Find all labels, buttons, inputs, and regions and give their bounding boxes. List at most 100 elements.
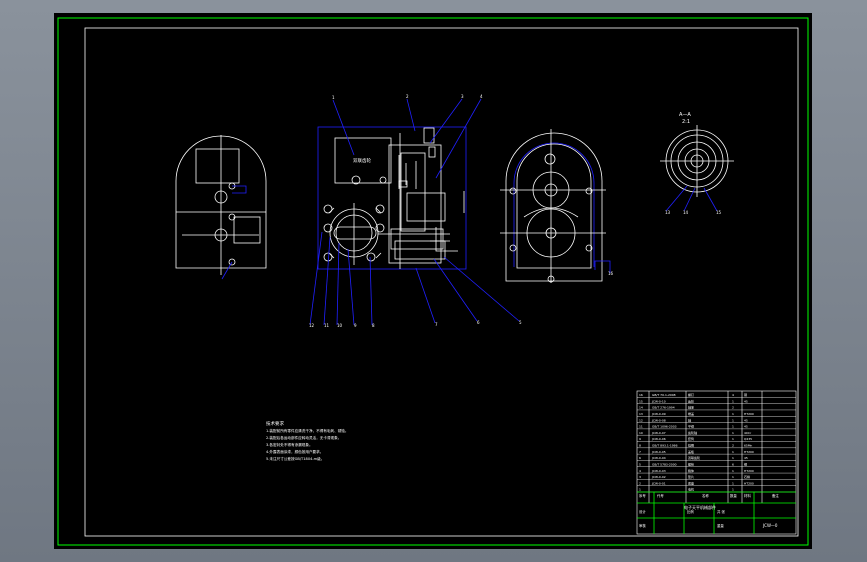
bom-cell: 11 <box>639 425 643 429</box>
bom-cell: 钢 <box>744 461 747 466</box>
bom-cell: JCW-0-08 <box>651 418 666 422</box>
bom-cell: 13 <box>639 412 643 416</box>
callout-number: 15 <box>716 210 722 215</box>
bom-cell: 1 <box>732 456 734 460</box>
bom-cell: 箱体 <box>688 468 694 473</box>
sheet-label: 共 张 <box>717 509 725 514</box>
bom-cell: 1 <box>732 437 734 441</box>
name-header: 名称 <box>702 493 709 498</box>
note-line: 5.未注尺寸公差按GB/T1804-m级。 <box>266 456 324 461</box>
note-line: 技术要求 <box>266 420 284 427</box>
bom-cell: JCW-0-05 <box>651 450 666 454</box>
callout-number: 1 <box>332 95 335 100</box>
bom-cell: 14 <box>639 406 643 410</box>
bom-cell: 5 <box>639 462 641 466</box>
bom-cell: 9 <box>639 437 641 441</box>
bom-cell: 齿轮 <box>688 398 694 403</box>
bom-cell: 2 <box>732 444 734 448</box>
design-label: 设计 <box>639 509 646 514</box>
bom-cell: 4 <box>639 469 641 473</box>
note-line: 4.外露表面涂漆，颜色按用户要求。 <box>266 449 323 454</box>
bom-cell: JCW-0-03 <box>651 469 666 473</box>
drawing-sheet[interactable]: A—A 2:1 双联齿轮 电子天平机械部件 JCW—0 序号 代号 名称 数量 … <box>54 13 812 549</box>
bom-cell: 45 <box>744 456 748 460</box>
bom-cell: GB/T 1096-2003 <box>652 425 677 429</box>
bom-cell: 40Cr <box>744 431 752 435</box>
detail-a-a <box>660 125 734 197</box>
bom-cell: 1 <box>732 425 734 429</box>
outer-border <box>57 17 809 546</box>
bom-cell: GB/T 70.1-2008 <box>652 393 676 397</box>
callout-number: 9 <box>354 323 357 328</box>
component-label: 双联齿轮 <box>353 157 371 164</box>
bom-cell: 平键 <box>688 424 694 429</box>
bom-cell: 6 <box>732 462 734 466</box>
callout-number: 14 <box>683 210 689 215</box>
bom-cell: 45 <box>744 399 748 403</box>
callout-number: 11 <box>324 323 330 328</box>
material-header: 材料 <box>744 493 751 498</box>
bom-cell: 1 <box>732 469 734 473</box>
callout-number: 6 <box>477 320 480 325</box>
side-view <box>175 135 267 275</box>
front-section-leaders <box>309 98 520 326</box>
bom-cell: 16 <box>639 393 643 397</box>
cad-viewport[interactable]: A—A 2:1 双联齿轮 电子天平机械部件 JCW—0 序号 代号 名称 数量 … <box>0 0 867 562</box>
bom-cell: 2 <box>639 481 641 485</box>
bom-cell: 1 <box>732 450 734 454</box>
callout-number: 10 <box>337 323 343 328</box>
callout-number: 2 <box>406 94 409 99</box>
bom-cell: HT200 <box>744 469 754 473</box>
section-label: A—A <box>679 112 691 118</box>
note-line: 3.各密封处不得有渗漏现象。 <box>266 442 313 447</box>
weight-label: 重量 <box>717 523 724 528</box>
bom-cell: 10 <box>639 431 643 435</box>
code-header: 代号 <box>657 493 664 498</box>
callout-number: 8 <box>372 323 375 328</box>
bom-cell: 45 <box>744 418 748 422</box>
bom-cell: JCW-0-09 <box>651 412 666 416</box>
callout-number: 13 <box>665 210 671 215</box>
bom-cell: 1 <box>732 475 734 479</box>
bom-cell: 1 <box>732 481 734 485</box>
bom-cell: JCW-0-02 <box>651 475 666 479</box>
bom-cell: 4 <box>732 393 734 397</box>
bom-cell: JCW-0-07 <box>651 431 666 435</box>
bom-cell: 盖板 <box>688 449 694 454</box>
bom-cell: 1 <box>732 418 734 422</box>
technical-notes: 技术要求1.装配前所有零件应清洗干净，不得有毛刺、锈蚀。 2.装配后各运动部件应转… <box>266 420 349 461</box>
bom-cell: GB/T 893.1-1986 <box>652 444 678 448</box>
callout-number: 7 <box>435 322 438 327</box>
note-line: 1.装配前所有零件应清洗干净，不得有毛刺、锈蚀。 <box>266 428 349 433</box>
bom-cell: 8 <box>639 444 641 448</box>
qty-header: 数量 <box>730 493 737 498</box>
bom-cell: Q235 <box>744 437 752 441</box>
drawing-canvas: A—A 2:1 双联齿轮 电子天平机械部件 JCW—0 序号 代号 名称 数量 … <box>57 17 809 546</box>
bom-cell: 石棉 <box>744 474 750 479</box>
bom-cell: 7 <box>639 450 641 454</box>
bom-cell: 挡圈 <box>688 443 694 448</box>
bom-cell: JCW-0-06 <box>651 437 666 441</box>
bom-cell: 1 <box>732 488 734 492</box>
bom-cell: 12 <box>639 418 643 422</box>
callout-number: 12 <box>309 323 315 328</box>
drawing-number: JCW—0 <box>762 523 778 528</box>
bom-cell: 轴 <box>688 417 691 422</box>
bom-cell: 端盖 <box>688 411 694 416</box>
remark-header: 备注 <box>772 493 779 498</box>
bom-cell: 轴承 <box>688 405 694 410</box>
front-section-view <box>317 126 467 270</box>
section-scale: 2:1 <box>682 119 690 125</box>
bom-cell: 套筒 <box>688 436 694 441</box>
callout-number: 4 <box>480 94 483 99</box>
bom-cell: 2 <box>732 406 734 410</box>
bom-text: 16 GB/T 70.1-2008 螺钉 4 钢15 JCW-0-10 齿轮 1 4514 GB/… <box>639 392 754 492</box>
note-line: 2.装配后各运动部件应转动灵活，无卡滞现象。 <box>266 435 341 440</box>
bom-cell: GB/T 276-1994 <box>652 406 675 410</box>
bom-cell: 底座 <box>688 480 694 485</box>
bom-cell: JCW-0-04 <box>651 456 666 460</box>
bom-cell: HT200 <box>744 481 754 485</box>
bom-cell: 齿轮轴 <box>688 430 697 435</box>
callout-number: 3 <box>461 94 464 99</box>
bom-cell: GB/T 5783-2000 <box>652 462 677 466</box>
